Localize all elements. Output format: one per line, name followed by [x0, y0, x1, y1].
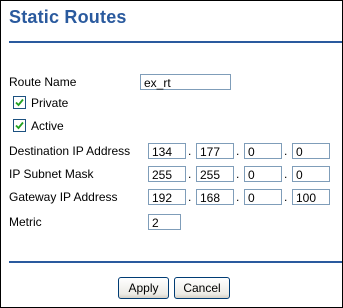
- gateway-ip-octet-4[interactable]: 100: [292, 189, 330, 205]
- private-checkbox[interactable]: [13, 96, 26, 109]
- subnet-mask-octet-1[interactable]: 255: [148, 166, 186, 182]
- subnet-mask-label: IP Subnet Mask: [9, 167, 94, 181]
- destination-ip-label: Destination IP Address: [9, 144, 131, 158]
- subnet-mask-octet-3[interactable]: 0: [244, 166, 282, 182]
- octet-separator: .: [236, 167, 240, 181]
- gateway-ip-octet-1[interactable]: 192: [148, 189, 186, 205]
- octet-separator: .: [284, 167, 288, 181]
- gateway-ip-octet-3[interactable]: 0: [244, 189, 282, 205]
- static-routes-panel: Static Routes Route Name ex_rt Private A…: [0, 0, 343, 308]
- active-label: Active: [31, 119, 64, 133]
- route-name-input[interactable]: ex_rt: [140, 74, 231, 90]
- checkmark-icon: [15, 121, 24, 130]
- gateway-ip-octet-2[interactable]: 168: [196, 189, 234, 205]
- subnet-mask-octet-2[interactable]: 255: [196, 166, 234, 182]
- cancel-button[interactable]: Cancel: [174, 277, 230, 299]
- route-name-label: Route Name: [9, 75, 77, 89]
- page-title: Static Routes: [9, 7, 127, 27]
- destination-ip-octet-4[interactable]: 0: [292, 143, 330, 159]
- destination-ip-octet-3[interactable]: 0: [244, 143, 282, 159]
- octet-separator: .: [284, 144, 288, 158]
- destination-ip-octet-1[interactable]: 134: [148, 143, 186, 159]
- octet-separator: .: [284, 190, 288, 204]
- destination-ip-octet-2[interactable]: 177: [196, 143, 234, 159]
- active-checkbox[interactable]: [13, 119, 26, 132]
- footer-divider: [9, 261, 342, 263]
- subnet-mask-octet-4[interactable]: 0: [292, 166, 330, 182]
- title-divider: [9, 41, 342, 43]
- checkmark-icon: [15, 98, 24, 107]
- metric-input[interactable]: 2: [148, 214, 181, 230]
- apply-button[interactable]: Apply: [118, 277, 169, 299]
- gateway-ip-label: Gateway IP Address: [9, 190, 118, 204]
- octet-separator: .: [188, 190, 192, 204]
- metric-label: Metric: [9, 215, 42, 229]
- octet-separator: .: [236, 144, 240, 158]
- octet-separator: .: [188, 144, 192, 158]
- private-label: Private: [31, 96, 69, 110]
- octet-separator: .: [236, 190, 240, 204]
- octet-separator: .: [188, 167, 192, 181]
